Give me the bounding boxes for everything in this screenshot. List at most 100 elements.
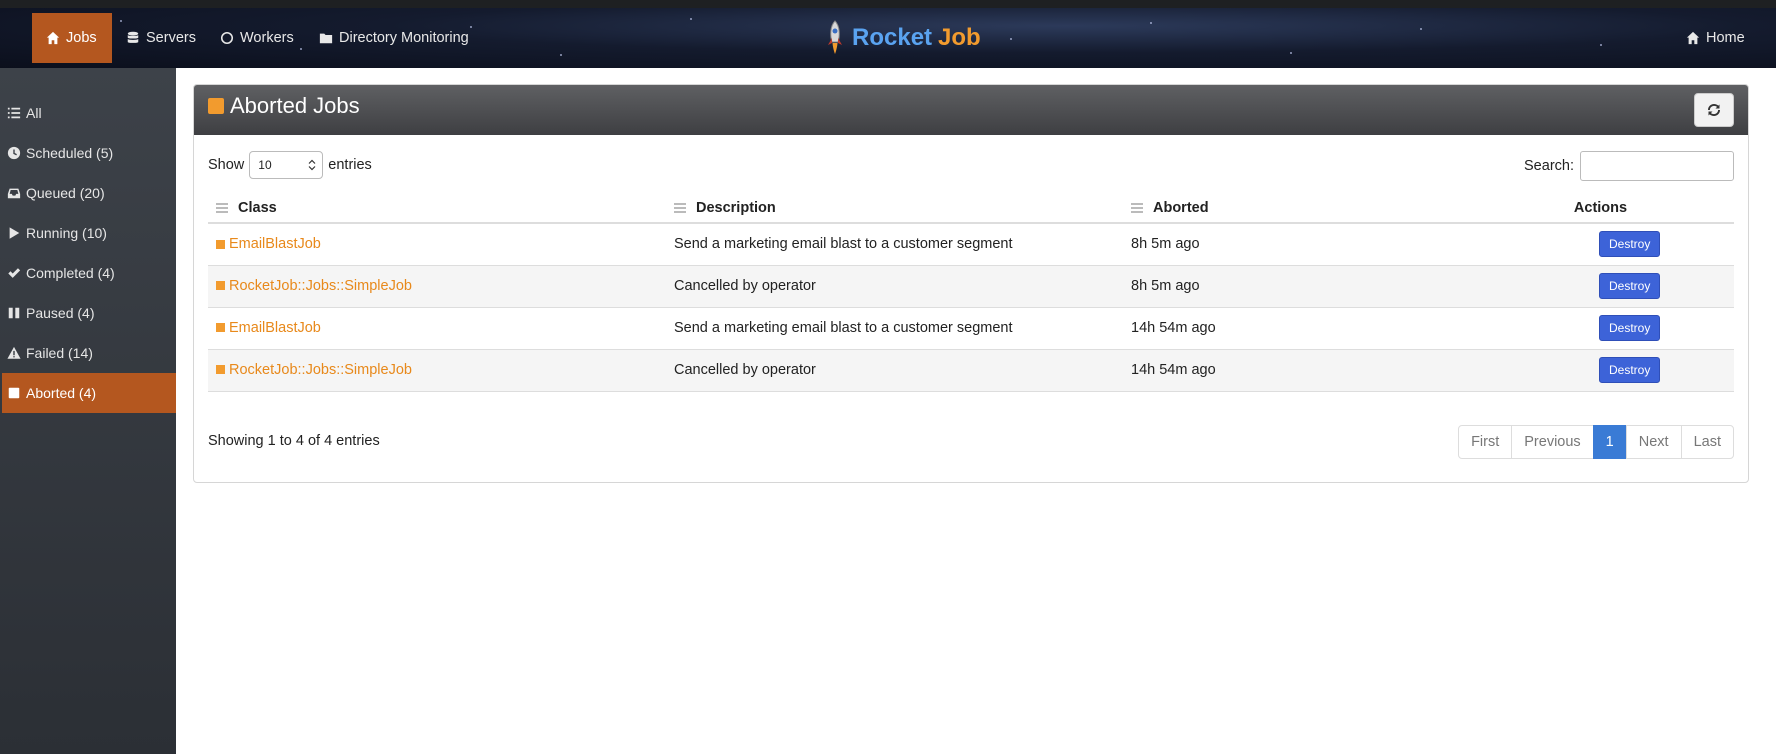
column-header-actions: Actions	[1467, 193, 1734, 224]
updown-chevron-icon	[308, 159, 316, 171]
nav-jobs[interactable]: Jobs	[32, 13, 112, 63]
destroy-button[interactable]: Destroy	[1599, 273, 1661, 299]
database-icon	[127, 31, 139, 43]
destroy-button[interactable]: Destroy	[1599, 231, 1661, 258]
window-top-strip	[0, 0, 1776, 8]
folder-icon	[319, 33, 333, 44]
check-icon	[8, 268, 21, 278]
warning-icon	[7, 346, 21, 359]
pager-next[interactable]: Next	[1625, 425, 1682, 459]
circle-icon	[220, 31, 234, 45]
table-row: EmailBlastJob Send a marketing email bla…	[208, 307, 1734, 350]
cell-actions: Destroy	[1467, 223, 1734, 266]
pager-last[interactable]: Last	[1680, 425, 1734, 459]
reorder-icon	[216, 203, 228, 213]
reorder-icon	[1131, 203, 1143, 213]
sidebar-item-label: Queued (20)	[26, 185, 105, 201]
cell-description: Send a marketing email blast to a custom…	[666, 307, 1123, 350]
table-row: EmailBlastJob Send a marketing email bla…	[208, 223, 1734, 266]
sidebar-item-label: Failed (14)	[26, 345, 93, 361]
cell-class: RocketJob::Jobs::SimpleJob	[208, 349, 666, 392]
clock-icon	[7, 146, 21, 160]
cell-aborted: 14h 54m ago	[1123, 307, 1467, 350]
inbox-icon	[7, 188, 21, 199]
brand-logo[interactable]: Rocket Job	[824, 18, 981, 58]
page-title: Aborted Jobs	[208, 93, 360, 119]
sidebar-item-label: All	[26, 105, 42, 121]
cell-actions: Destroy	[1467, 265, 1734, 308]
top-navbar: Jobs Servers Workers Directory Monitorin…	[0, 8, 1776, 68]
pager-page-1[interactable]: 1	[1592, 425, 1627, 459]
job-class-link[interactable]: RocketJob::Jobs::SimpleJob	[216, 362, 412, 378]
aborted-jobs-panel: Aborted Jobs Show 10 entries Search: Cla…	[193, 84, 1749, 483]
sidebar-item-running[interactable]: Running (10)	[2, 213, 176, 253]
column-header-aborted[interactable]: Aborted	[1123, 193, 1467, 224]
pause-icon	[8, 307, 20, 319]
stop-icon	[216, 365, 225, 375]
pagination: First Previous 1 Next Last	[1458, 425, 1734, 459]
brand-job: Job	[938, 24, 981, 51]
table-row: RocketJob::Jobs::SimpleJob Cancelled by …	[208, 265, 1734, 308]
table-row: RocketJob::Jobs::SimpleJob Cancelled by …	[208, 349, 1734, 392]
job-class-link[interactable]: EmailBlastJob	[216, 236, 321, 252]
search-input[interactable]	[1580, 151, 1734, 181]
cell-actions: Destroy	[1467, 307, 1734, 350]
stop-icon	[216, 239, 225, 249]
cell-description: Cancelled by operator	[666, 349, 1123, 392]
table-info: Showing 1 to 4 of 4 entries	[208, 433, 380, 449]
destroy-button[interactable]: Destroy	[1599, 315, 1661, 341]
sidebar-item-scheduled[interactable]: Scheduled (5)	[2, 133, 176, 173]
home-icon	[1686, 31, 1700, 45]
cell-class: RocketJob::Jobs::SimpleJob	[208, 265, 666, 308]
play-icon	[9, 227, 20, 239]
sidebar-item-aborted[interactable]: Aborted (4)	[2, 373, 176, 413]
nav-directory-label: Directory Monitoring	[339, 30, 469, 46]
sidebar-item-queued[interactable]: Queued (20)	[2, 173, 176, 213]
sidebar-item-all[interactable]: All	[2, 93, 176, 133]
search-label: Search:	[1524, 158, 1574, 174]
sidebar-item-label: Scheduled (5)	[26, 145, 114, 161]
rocket-icon	[828, 20, 842, 54]
pager-first[interactable]: First	[1458, 425, 1513, 459]
cell-description: Send a marketing email blast to a custom…	[666, 223, 1123, 266]
column-header-description[interactable]: Description	[666, 193, 1123, 224]
cell-aborted: 8h 5m ago	[1123, 223, 1467, 266]
cell-class: EmailBlastJob	[208, 307, 666, 350]
pager-previous[interactable]: Previous	[1511, 425, 1594, 459]
column-header-class[interactable]: Class	[208, 193, 666, 224]
refresh-button[interactable]	[1694, 93, 1734, 127]
brand-rocket: Rocket	[852, 24, 933, 51]
sidebar-item-label: Aborted (4)	[26, 385, 97, 401]
reorder-icon	[674, 203, 686, 213]
nav-servers[interactable]: Servers	[112, 13, 210, 63]
app-window: Jobs Servers Workers Directory Monitorin…	[0, 0, 1776, 754]
page-size-value: 10	[258, 158, 272, 172]
entries-label: entries	[328, 157, 372, 173]
home-icon	[46, 31, 60, 45]
sidebar: All Scheduled (5) Queued (20) Running (1…	[0, 68, 176, 754]
cell-description: Cancelled by operator	[666, 265, 1123, 308]
nav-workers[interactable]: Workers	[206, 13, 308, 63]
job-class-link[interactable]: RocketJob::Jobs::SimpleJob	[216, 278, 412, 294]
sidebar-item-label: Running (10)	[26, 225, 107, 241]
nav-jobs-label: Jobs	[66, 30, 97, 46]
nav-home-label: Home	[1706, 30, 1745, 46]
sidebar-item-label: Paused (4)	[26, 305, 95, 321]
panel-header: Aborted Jobs	[194, 85, 1748, 135]
job-class-link[interactable]: EmailBlastJob	[216, 320, 321, 336]
cell-aborted: 8h 5m ago	[1123, 265, 1467, 308]
sidebar-item-paused[interactable]: Paused (4)	[2, 293, 176, 333]
nav-home[interactable]: Home	[1672, 13, 1759, 63]
stop-icon	[8, 387, 20, 399]
page-length-control: Show 10 entries	[208, 151, 372, 179]
cell-aborted: 14h 54m ago	[1123, 349, 1467, 392]
search-control: Search:	[1524, 151, 1734, 181]
sidebar-item-failed[interactable]: Failed (14)	[2, 333, 176, 373]
page-size-select[interactable]: 10	[249, 151, 324, 179]
table-header-row: Class Description Aborted Actions	[208, 193, 1734, 224]
jobs-table: Class Description Aborted Actions EmailB…	[208, 193, 1734, 392]
destroy-button[interactable]: Destroy	[1599, 357, 1661, 383]
show-label: Show	[208, 157, 245, 173]
nav-directory-monitoring[interactable]: Directory Monitoring	[305, 13, 483, 63]
sidebar-item-completed[interactable]: Completed (4)	[2, 253, 176, 293]
